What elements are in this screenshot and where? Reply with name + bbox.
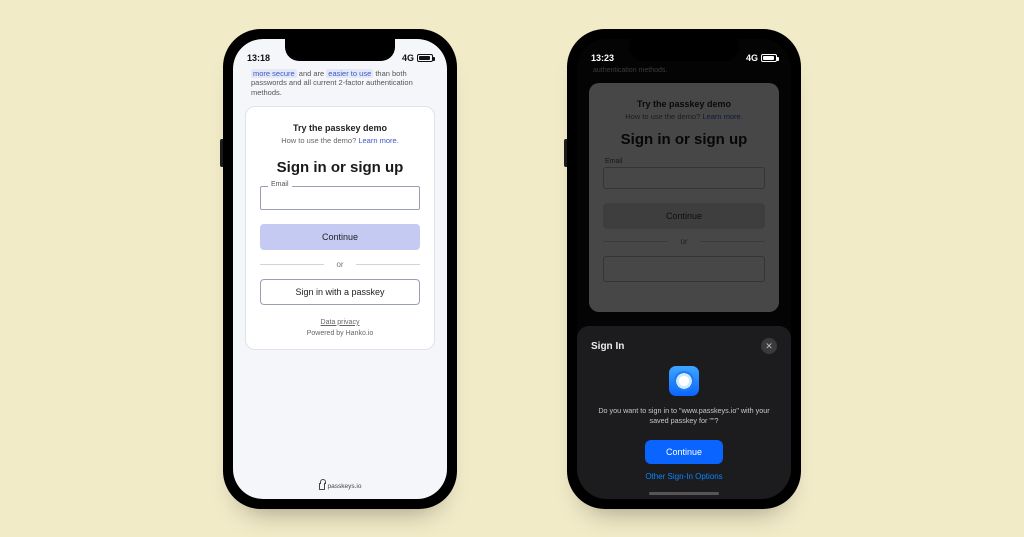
- screen-right: 13:23 4G authentication methods. Try the…: [577, 39, 791, 499]
- address-domain: passkeys.io: [328, 483, 362, 490]
- email-label: Email: [268, 181, 292, 188]
- email-field-wrap: Email: [260, 186, 420, 210]
- address-bar[interactable]: passkeys.io: [233, 479, 447, 494]
- card-footer-links: Data privacy Powered by Hanko.io: [260, 319, 420, 337]
- signin-card: Try the passkey demo How to use the demo…: [245, 106, 435, 350]
- signin-headline: Sign in or sign up: [260, 159, 420, 176]
- email-input[interactable]: [260, 186, 420, 210]
- or-divider: or: [260, 260, 420, 269]
- passkey-signin-button[interactable]: Sign in with a passkey: [260, 279, 420, 305]
- sheet-title: Sign In: [591, 341, 624, 352]
- status-network: 4G: [746, 53, 758, 63]
- intro-text: more secure and are easier to use than b…: [233, 65, 447, 106]
- howto-text: How to use the demo? Learn more.: [260, 136, 420, 145]
- phone-left: 13:18 4G more secure and are easier to u…: [223, 29, 457, 509]
- notch: [629, 39, 739, 61]
- screen-left: 13:18 4G more secure and are easier to u…: [233, 39, 447, 499]
- close-icon: ✕: [765, 341, 773, 352]
- other-signin-link[interactable]: Other Sign-In Options: [591, 472, 777, 481]
- phone-right: 13:23 4G authentication methods. Try the…: [567, 29, 801, 509]
- powered-by-text: Powered by Hanko.io: [307, 330, 374, 337]
- status-network: 4G: [402, 53, 414, 63]
- lock-icon: [319, 483, 325, 490]
- notch: [285, 39, 395, 61]
- battery-icon: [761, 54, 777, 62]
- try-title: Try the passkey demo: [260, 123, 420, 133]
- learn-more-link[interactable]: Learn more.: [358, 136, 398, 145]
- intro-highlight-2: easier to use: [326, 69, 373, 78]
- continue-button[interactable]: Continue: [260, 224, 420, 250]
- status-time: 13:18: [247, 53, 270, 63]
- home-indicator: [649, 492, 719, 495]
- status-time: 13:23: [591, 53, 614, 63]
- data-privacy-link[interactable]: Data privacy: [260, 319, 420, 326]
- battery-icon: [417, 54, 433, 62]
- signin-sheet: Sign In ✕ Do you want to sign in to "www…: [577, 326, 791, 498]
- close-button[interactable]: ✕: [761, 338, 777, 354]
- safari-icon: [669, 366, 699, 396]
- intro-highlight-1: more secure: [251, 69, 297, 78]
- sheet-message: Do you want to sign in to "www.passkeys.…: [591, 406, 777, 425]
- sheet-continue-button[interactable]: Continue: [645, 440, 723, 464]
